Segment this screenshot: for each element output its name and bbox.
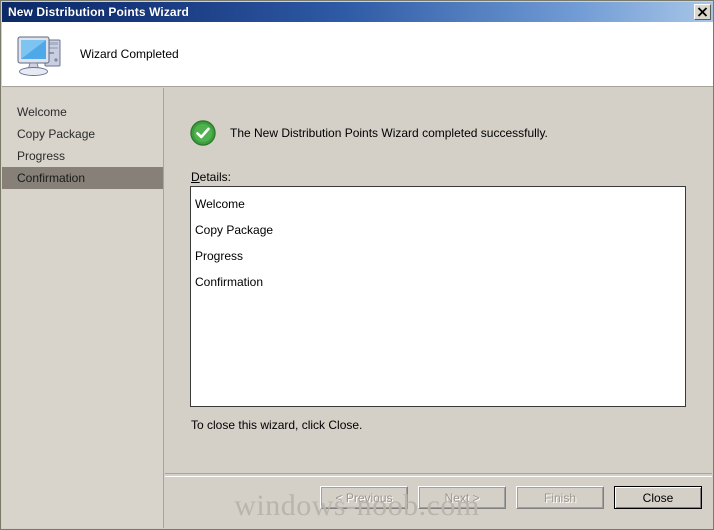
sidebar-item-copy-package[interactable]: Copy Package: [2, 123, 163, 145]
next-button[interactable]: Next >: [418, 486, 506, 509]
status-message: The New Distribution Points Wizard compl…: [230, 126, 548, 140]
list-item[interactable]: Confirmation: [191, 269, 685, 295]
sidebar-item-progress[interactable]: Progress: [2, 145, 163, 167]
previous-button[interactable]: < Previous: [320, 486, 408, 509]
details-label-accel: D: [191, 170, 200, 184]
sidebar-item-welcome[interactable]: Welcome: [2, 101, 163, 123]
details-listbox[interactable]: Welcome Copy Package Progress Confirmati…: [190, 186, 686, 407]
computer-icon: [17, 36, 61, 76]
details-label: Details:: [191, 170, 231, 184]
list-item[interactable]: Welcome: [191, 191, 685, 217]
finish-button[interactable]: Finish: [516, 486, 604, 509]
title-bar: New Distribution Points Wizard: [2, 2, 713, 22]
close-button-footer[interactable]: Close: [614, 486, 702, 509]
close-button[interactable]: [694, 4, 711, 20]
closing-instruction: To close this wizard, click Close.: [191, 418, 363, 432]
header-title: Wizard Completed: [80, 47, 179, 61]
wizard-header: Wizard Completed: [2, 22, 713, 87]
success-check-icon: [190, 120, 216, 146]
window-title: New Distribution Points Wizard: [8, 5, 189, 19]
wizard-content-pane: The New Distribution Points Wizard compl…: [165, 88, 712, 528]
list-item[interactable]: Copy Package: [191, 217, 685, 243]
sidebar-item-confirmation[interactable]: Confirmation: [2, 167, 163, 189]
wizard-window: New Distribution Points Wizard Wizard Co…: [0, 0, 714, 530]
wizard-steps-sidebar: Welcome Copy Package Progress Confirmati…: [2, 88, 164, 528]
close-icon: [697, 7, 708, 17]
footer-separator: [165, 473, 712, 477]
list-item[interactable]: Progress: [191, 243, 685, 269]
button-bar: < Previous Next > Finish Close: [320, 486, 702, 509]
completion-status: The New Distribution Points Wizard compl…: [190, 120, 548, 146]
details-label-rest: etails:: [199, 170, 232, 184]
